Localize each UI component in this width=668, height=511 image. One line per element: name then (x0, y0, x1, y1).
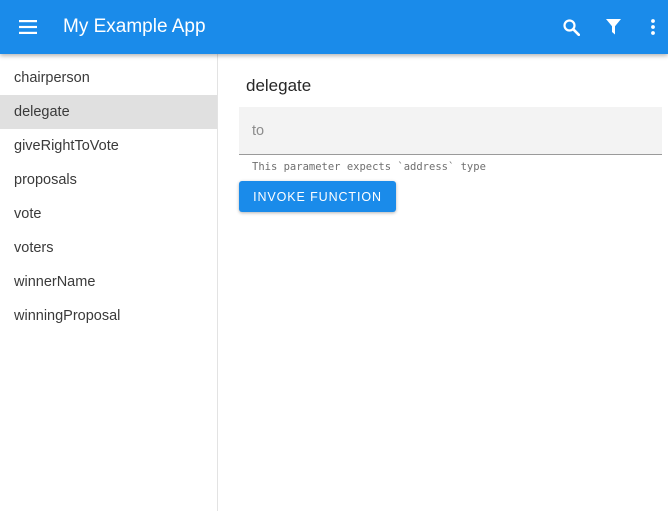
sidebar-item-give-right-to-vote[interactable]: giveRightToVote (0, 129, 217, 163)
menu-button[interactable] (14, 14, 42, 40)
invoke-function-button[interactable]: INVOKE FUNCTION (239, 181, 396, 212)
function-list: chairperson delegate giveRightToVote pro… (0, 54, 217, 333)
sidebar-item-chairperson[interactable]: chairperson (0, 61, 217, 95)
sidebar-item-proposals[interactable]: proposals (0, 163, 217, 197)
search-button[interactable] (558, 14, 584, 40)
function-panel: delegate This parameter expects `address… (218, 54, 668, 511)
more-button[interactable] (642, 14, 664, 40)
filter-button[interactable] (600, 14, 626, 40)
hamburger-menu-icon (19, 20, 37, 34)
sidebar-item-winning-proposal[interactable]: winningProposal (0, 299, 217, 333)
filter-icon (605, 19, 621, 35)
sidebar-item-vote[interactable]: vote (0, 197, 217, 231)
sidebar-item-voters[interactable]: voters (0, 231, 217, 265)
function-title: delegate (246, 76, 312, 95)
sidebar-item-delegate[interactable]: delegate (0, 95, 217, 129)
to-address-input[interactable] (239, 107, 662, 154)
sidebar: chairperson delegate giveRightToVote pro… (0, 54, 218, 511)
sidebar-item-winner-name[interactable]: winnerName (0, 265, 217, 299)
search-icon (562, 18, 580, 36)
param-field (239, 107, 662, 155)
more-vert-icon (651, 19, 655, 35)
param-type-hint: This parameter expects `address` type (252, 161, 486, 173)
app-title: My Example App (63, 16, 206, 37)
app-bar: My Example App (0, 0, 668, 54)
